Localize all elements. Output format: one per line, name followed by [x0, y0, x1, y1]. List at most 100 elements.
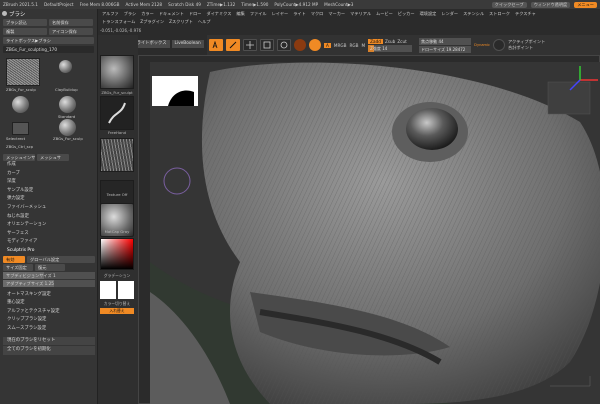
sculptris-size-button[interactable]: サイズ固定 [3, 263, 33, 271]
sculptris-global-button[interactable]: グローバル設定 [27, 255, 95, 263]
menu-item[interactable]: ライト [293, 11, 306, 17]
active-mem: Active Mem 2128 [125, 2, 163, 7]
draw-size-slider[interactable]: ドローサイズ 19.28472 [419, 45, 472, 53]
material-sphere-button[interactable] [294, 39, 306, 51]
claybuildup-thumb[interactable] [59, 60, 72, 73]
list-item[interactable]: サンプル設定 [3, 187, 95, 196]
menu-item[interactable]: ファイル [250, 11, 267, 17]
color-picker[interactable] [100, 238, 134, 270]
menu-button[interactable]: メニュー [574, 1, 597, 8]
list-item[interactable]: 作成 [3, 161, 95, 170]
save-icon-button[interactable]: アイコン保存 [49, 28, 93, 35]
zcut-button[interactable]: Zcut [397, 39, 406, 44]
rotate-button[interactable] [277, 39, 291, 51]
selectrect-thumb[interactable] [12, 122, 29, 135]
mesh-button[interactable]: メッシュサ [37, 154, 69, 161]
list-item[interactable]: 弾力設定 [3, 195, 95, 204]
menu-item[interactable]: ステンシル [463, 11, 484, 17]
menu-item[interactable]: 編集 [236, 11, 244, 17]
menu-item[interactable]: ストローク [489, 11, 510, 17]
subdivision-size-slider[interactable]: サブディビジョンサイズ 1 [3, 271, 95, 279]
mesh-insert-button[interactable]: メッシュインサ [3, 154, 35, 161]
list-item[interactable]: ファイバーメッシュ [3, 204, 95, 213]
list-item[interactable]: クリップブラシ設定 [3, 316, 95, 325]
reset-all-brushes-button[interactable]: 全てのブラシを初期化 [3, 346, 95, 355]
gyro-button[interactable] [309, 39, 321, 51]
list-item[interactable]: オートマスキング設定 [3, 291, 95, 300]
adaptive-size-slider[interactable]: アダプティブサイズ 1.25 [3, 279, 95, 287]
save-as-button[interactable]: 名前保存 [49, 19, 93, 26]
list-item[interactable]: アルファとテクスチャ設定 [3, 308, 95, 317]
z-intensity-slider[interactable]: Z強度 14 [368, 44, 413, 52]
list-item[interactable]: 重心設定 [3, 299, 95, 308]
mrgb-button[interactable]: MRGB [334, 43, 347, 48]
brush-tile-fur[interactable] [100, 55, 134, 89]
menu-item[interactable]: レイヤー [272, 11, 289, 17]
menu-item[interactable]: マテリアル [350, 11, 371, 17]
sculptris-undo-button[interactable]: 復元 [35, 263, 65, 271]
menu-item[interactable]: カラー [141, 11, 154, 17]
timer: Timer▶1.590 [241, 2, 269, 7]
current-brush-name[interactable]: ZBGs_Fur_sculpting_170 [3, 46, 94, 53]
draw-button[interactable] [226, 39, 240, 51]
move-button[interactable] [243, 39, 257, 51]
standard-thumb-a[interactable] [12, 96, 29, 113]
main-color-swatch[interactable] [100, 281, 116, 299]
menu-item[interactable]: Zスクリプト [169, 19, 193, 25]
list-item[interactable]: オリエンテーション [3, 221, 95, 230]
fur-sculpt-thumb-2[interactable] [59, 119, 76, 136]
a-button[interactable]: A [324, 42, 331, 48]
menu-item[interactable]: 環境設定 [420, 11, 437, 17]
lightbox-brush-button[interactable]: ライトボックス▶ブラシ [3, 37, 94, 44]
menu-item[interactable]: ムービー [376, 11, 393, 17]
window-transparency-button[interactable]: ウィンドウ透明度 [530, 1, 571, 8]
menu-item[interactable]: ドキュメント [159, 11, 184, 17]
zadd-button[interactable]: Zadd [368, 38, 383, 44]
color-swap-label[interactable]: カラー切り替え [100, 301, 134, 307]
list-item[interactable]: サーフェス [3, 230, 95, 239]
menu-item[interactable]: ヘルプ [198, 19, 211, 25]
dynamic-button[interactable]: Dynamic [474, 43, 490, 47]
load-brush-button[interactable]: ブラシ読込 [3, 19, 47, 26]
standard-thumb[interactable] [59, 96, 76, 113]
menu-item[interactable]: ドロー [189, 11, 202, 17]
menu-item[interactable]: トランスフォーム [102, 19, 135, 25]
sculpt-viewport[interactable] [150, 62, 600, 404]
list-item[interactable]: 深度 [3, 178, 95, 187]
alpha-tile[interactable] [100, 138, 134, 172]
list-item[interactable]: ねじれ設定 [3, 213, 95, 222]
menu-item[interactable]: Zプラグイン [140, 19, 164, 25]
tab-lightbox[interactable]: ライトボックス [133, 40, 170, 48]
menu-item[interactable]: アルファ [102, 11, 119, 17]
list-item[interactable]: スムースブラシ設定 [3, 325, 95, 334]
focal-shift-slider[interactable]: 焦点移動 44 [419, 37, 472, 45]
scale-button[interactable] [260, 39, 274, 51]
edit-button[interactable] [209, 39, 223, 51]
sculptris-pro-header[interactable]: Sculptris Pro [3, 247, 95, 256]
menu-item[interactable]: ブラシ [124, 11, 136, 17]
swap-button[interactable]: 入れ替え [100, 308, 134, 314]
menu-item[interactable]: ピッカー [398, 11, 415, 17]
quicksave-button[interactable]: クイックセーブ [491, 1, 527, 8]
gizmo-button[interactable] [493, 39, 506, 51]
project-name: DefaultProject [43, 2, 74, 7]
menu-item[interactable]: マーカー [328, 11, 345, 17]
clone-button[interactable]: 複製 [3, 28, 47, 35]
menu-item[interactable]: テクスチャ [515, 11, 536, 17]
rgb-button[interactable]: RGB [350, 43, 359, 48]
status-bar: ZBrush 2021.5.1 DefaultProject Free Mem … [0, 0, 600, 9]
menu-item[interactable]: レンダー [441, 11, 458, 17]
zsub-button[interactable]: Zsub [385, 39, 395, 44]
menu-item[interactable]: ダイナミクス [207, 11, 232, 17]
reset-brush-button[interactable]: 現在のブラシをリセット [3, 336, 95, 346]
stroke-tile[interactable] [100, 96, 134, 130]
sculptris-enable-button[interactable]: 有効 [3, 255, 25, 263]
list-item[interactable]: カーブ [3, 170, 95, 179]
fur-sculpt-thumb[interactable] [6, 58, 40, 86]
scale-icon [263, 41, 271, 49]
tab-liveboolean[interactable]: LiveBoolean [171, 40, 204, 48]
m-button[interactable]: M [362, 43, 366, 48]
secondary-color-swatch[interactable] [118, 281, 134, 299]
list-item[interactable]: モディファイア [3, 238, 95, 247]
menu-item[interactable]: マクロ [311, 11, 324, 17]
